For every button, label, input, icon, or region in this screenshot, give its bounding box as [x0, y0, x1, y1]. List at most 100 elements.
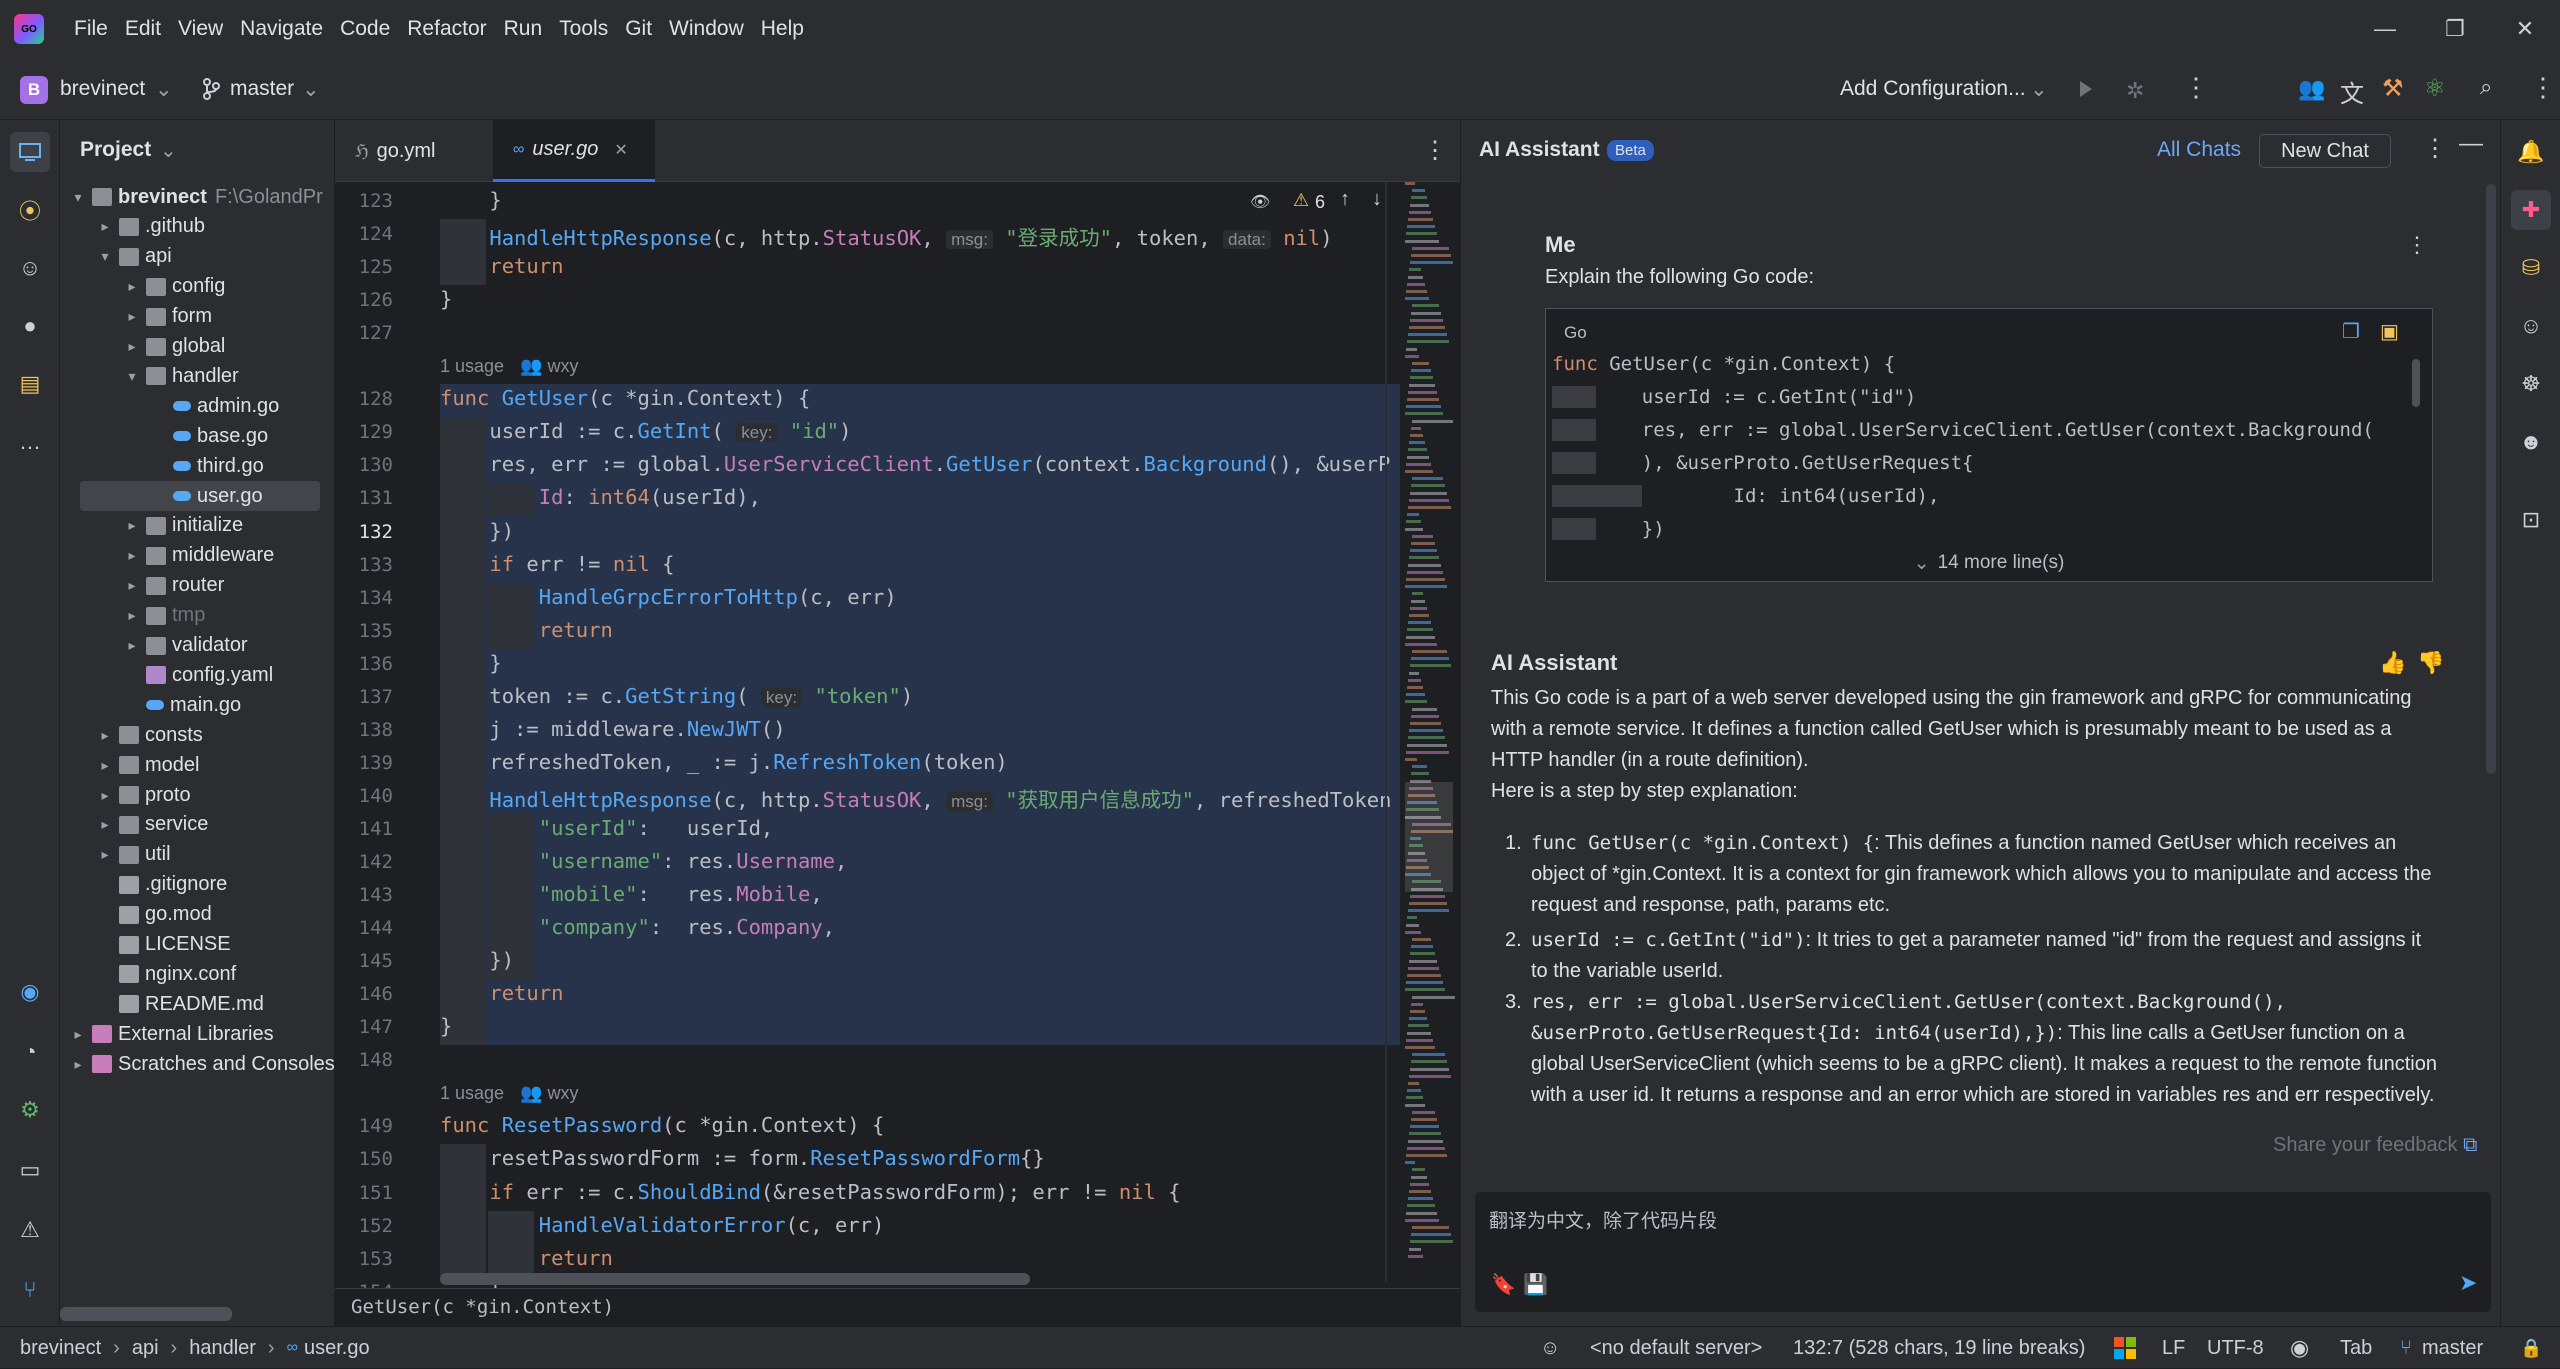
copilot-icon[interactable]: ☺ — [10, 248, 50, 288]
tree-item[interactable]: ▸ consts — [97, 720, 202, 750]
tree-item[interactable]: config.yaml — [124, 660, 273, 690]
save-icon[interactable]: 💾 — [1523, 1272, 1548, 1297]
users-icon[interactable]: 👥 — [2298, 76, 2325, 102]
chat-scrollbar[interactable] — [2486, 184, 2496, 774]
chevron-icon[interactable]: ▸ — [97, 757, 113, 774]
code-line[interactable]: return — [440, 254, 563, 278]
snippet-scrollbar[interactable] — [2412, 359, 2420, 407]
code-line[interactable]: }) — [440, 948, 514, 972]
usage-hint[interactable]: 1 usage 👥 wxy — [440, 1083, 578, 1104]
github-icon[interactable]: ● — [10, 306, 50, 346]
hide-panel-icon[interactable]: — — [2459, 130, 2483, 158]
share-feedback-link[interactable]: Share your feedback ⧉ — [2273, 1134, 2477, 1157]
ai-assistant-tool-icon[interactable]: ✚ — [2511, 190, 2551, 230]
code-line[interactable]: HandleGrpcErrorToHttp(c, err) — [440, 585, 897, 609]
expand-snippet-button[interactable]: ⌄ 14 more line(s) — [1546, 545, 2432, 581]
tree-item[interactable]: ▸ validator — [124, 631, 247, 661]
run-configuration-selector[interactable]: Add Configuration... — [1840, 77, 2026, 101]
menu-git[interactable]: Git — [625, 17, 652, 41]
terminal-icon[interactable]: ▭ — [10, 1150, 50, 1190]
tree-item[interactable]: .gitignore — [97, 870, 227, 900]
restore-icon[interactable]: ❐ — [2420, 0, 2490, 58]
chat-input-field[interactable]: 翻译为中文，除了代码片段 — [1489, 1206, 1717, 1233]
file-encoding[interactable]: UTF-8 — [2207, 1327, 2264, 1369]
gopher-icon[interactable]: ◉ — [10, 972, 50, 1012]
tree-item[interactable]: main.go — [124, 690, 241, 720]
chevron-icon[interactable]: ▾ — [124, 368, 140, 385]
chevron-icon[interactable]: ▸ — [97, 787, 113, 804]
tree-item[interactable]: ▸ initialize — [124, 511, 243, 541]
chevron-icon[interactable]: ▸ — [124, 308, 140, 325]
usage-hint[interactable]: 1 usage 👥 wxy — [440, 356, 578, 377]
chevron-icon[interactable]: ▸ — [124, 278, 140, 295]
breadcrumb-item[interactable]: brevinect — [20, 1337, 101, 1360]
code-line[interactable]: j := middleware.NewJWT() — [440, 717, 785, 741]
menu-code[interactable]: Code — [340, 17, 390, 41]
branch-selector[interactable]: master — [230, 77, 294, 101]
tab-user-go[interactable]: ∞ user.go ✕ — [493, 120, 655, 182]
git-icon[interactable]: ⑂ — [10, 1270, 50, 1310]
chevron-icon[interactable]: ▾ — [97, 248, 113, 265]
code-line[interactable]: return — [440, 981, 563, 1005]
tree-item[interactable]: user.go — [80, 481, 320, 511]
chevron-icon[interactable]: ▸ — [124, 637, 140, 654]
code-line[interactable]: Id: int64(userId), — [440, 485, 761, 509]
code-line[interactable]: res, err := global.UserServiceClient.Get… — [440, 452, 1390, 476]
project-tool-icon[interactable] — [10, 132, 50, 172]
thumbs-down-icon[interactable]: 👎 — [2417, 650, 2444, 676]
chevron-icon[interactable]: ▸ — [124, 577, 140, 594]
code-line[interactable]: func GetUser(c *gin.Context) { — [440, 386, 810, 410]
tree-item[interactable]: ▾ api — [97, 242, 171, 272]
close-icon[interactable]: ✕ — [2490, 0, 2560, 58]
tree-item[interactable]: ▸ External Libraries — [70, 1019, 273, 1049]
assistant-icon[interactable]: ☸ — [2511, 364, 2551, 404]
code-line[interactable]: func ResetPassword(c *gin.Context) { — [440, 1113, 884, 1137]
eye-icon[interactable]: ◉ — [2290, 1327, 2309, 1369]
more-tools-icon[interactable]: … — [10, 422, 50, 462]
tree-item[interactable]: nginx.conf — [97, 959, 236, 989]
warning-icon[interactable]: ⚠ — [1293, 190, 1309, 211]
database-icon[interactable]: ▤ — [10, 364, 50, 404]
minimap-viewport[interactable] — [1405, 782, 1453, 892]
breadcrumb-item[interactable]: user.go — [304, 1337, 370, 1360]
run-icon[interactable] — [2078, 79, 2094, 99]
tree-item[interactable]: ▸ middleware — [124, 541, 274, 571]
thumbs-up-icon[interactable]: 👍 — [2379, 650, 2406, 676]
bookmark-icon[interactable]: 🔖 — [1491, 1272, 1516, 1297]
code-line[interactable]: HandleHttpResponse(c, http.StatusOK, msg… — [440, 221, 1332, 251]
chevron-icon[interactable]: ▸ — [124, 517, 140, 534]
caret-position[interactable]: 132:7 (528 chars, 19 line breaks) — [1793, 1327, 2085, 1369]
copilot-status-icon[interactable]: ☺ — [1540, 1327, 1560, 1369]
breadcrumb-item[interactable]: handler — [189, 1337, 256, 1360]
menu-refactor[interactable]: Refactor — [407, 17, 486, 41]
warnings-count[interactable]: 6 — [1315, 192, 1325, 213]
indent-setting[interactable]: Tab — [2340, 1327, 2372, 1369]
menu-navigate[interactable]: Navigate — [240, 17, 323, 41]
translate-icon[interactable]: 文 — [2340, 74, 2364, 109]
more-icon[interactable]: ⋮ — [2183, 72, 2209, 103]
line-separator[interactable]: LF — [2162, 1327, 2185, 1369]
chevron-icon[interactable]: ▸ — [124, 338, 140, 355]
code-line[interactable]: return — [440, 1246, 613, 1270]
tree-item[interactable]: ▸ global — [124, 332, 225, 362]
send-icon[interactable]: ➤ — [2459, 1270, 2477, 1296]
code-line[interactable]: "username": res.Username, — [440, 849, 848, 873]
tree-item[interactable]: third.go — [151, 451, 264, 481]
tree-item[interactable]: ▸ proto — [97, 780, 190, 810]
code-line[interactable]: }) — [440, 519, 514, 543]
tree-item[interactable]: ▸ tmp — [124, 601, 205, 631]
code-line[interactable]: if err := c.ShouldBind(&resetPasswordFor… — [440, 1180, 1180, 1204]
menu-run[interactable]: Run — [504, 17, 543, 41]
vcs-branch[interactable]: master — [2422, 1327, 2483, 1369]
code-line[interactable]: } — [440, 287, 452, 311]
code-line[interactable]: userId := c.GetInt( key: "id") — [440, 419, 851, 443]
tree-item[interactable]: ▸ form — [124, 302, 212, 332]
code-line[interactable]: HandleHttpResponse(c, http.StatusOK, msg… — [440, 783, 1390, 813]
chevron-icon[interactable]: ▸ — [97, 846, 113, 863]
project-selector[interactable]: brevinect — [60, 77, 145, 101]
database-icon[interactable]: ⛁ — [2511, 248, 2551, 288]
tree-root[interactable]: ▾ brevinect F:\GolandPr — [70, 182, 322, 212]
chevron-down-icon[interactable]: ▾ — [70, 189, 86, 206]
chevron-icon[interactable]: ▸ — [70, 1056, 86, 1073]
code-line[interactable]: HandleValidatorError(c, err) — [440, 1213, 885, 1237]
